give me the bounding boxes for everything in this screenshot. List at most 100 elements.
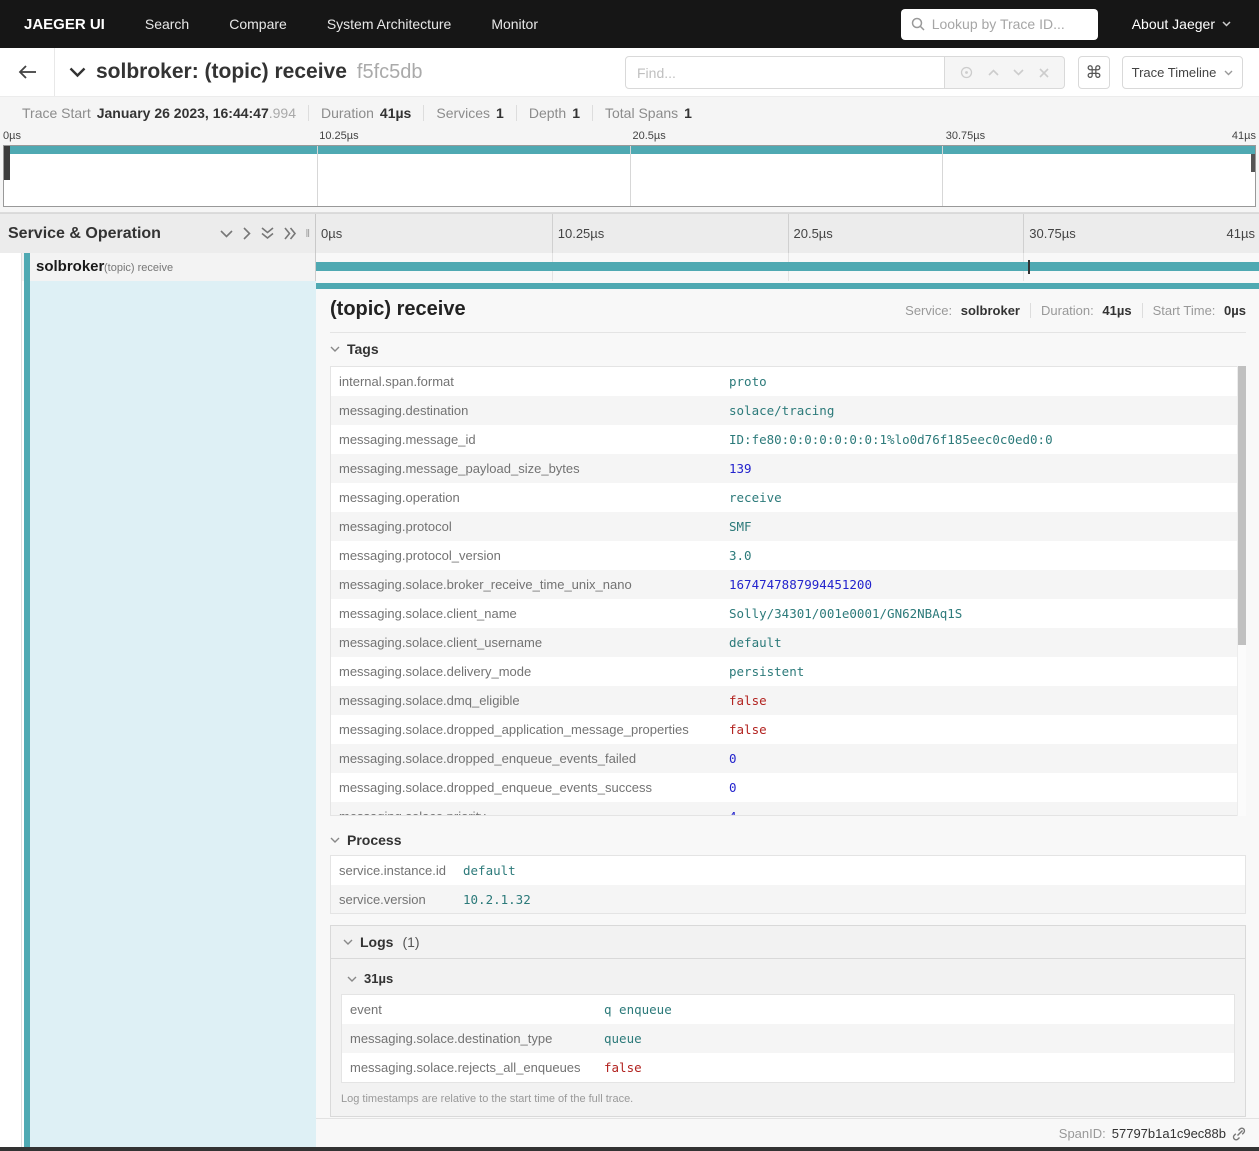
collapse-one-icon[interactable] (220, 229, 234, 238)
detail-left-column (30, 281, 316, 1147)
minimap-gridline (629, 146, 631, 206)
trace-title[interactable]: solbroker: (topic) receive (96, 60, 347, 84)
span-detail-title: (topic) receive (330, 298, 466, 320)
tag-key: messaging.solace.client_name (339, 606, 517, 621)
table-row: messaging.solace.dmq_eligible false (331, 686, 1245, 715)
timeline-tick-label: 41µs (1226, 226, 1255, 241)
tags-scrollbar-thumb[interactable] (1238, 366, 1246, 645)
tag-key: messaging.solace.priority (331, 809, 729, 815)
log-field-key: event (350, 1002, 382, 1017)
logs-section-label: Logs (360, 934, 394, 950)
tag-key: internal.span.format (339, 374, 454, 389)
timeline-ticks-header: 0µs 10.25µs 20.5µs 30.75µs 41µs (316, 214, 1259, 254)
tag-key: messaging.solace.dropped_enqueue_events_… (339, 751, 637, 766)
stat-label: Duration (321, 104, 374, 121)
span-detail-duration-line (316, 283, 1259, 289)
span-id-footer: SpanID: 57797b1a1c9ec88b (1059, 1126, 1246, 1141)
trace-header-bar: solbroker: (topic) receive f5fc5db Find.… (0, 48, 1259, 97)
nav-item-search[interactable]: Search (145, 16, 189, 32)
tag-value: persistent (729, 664, 805, 679)
nav-item-compare[interactable]: Compare (229, 16, 287, 32)
log-timestamp: 31µs (364, 971, 394, 986)
tag-value: false (729, 722, 767, 737)
span-duration-bar[interactable] (316, 262, 1259, 271)
deep-link-icon[interactable] (1232, 1127, 1246, 1141)
keyboard-shortcuts-button[interactable]: ⌘ (1078, 56, 1110, 89)
trace-stat: Services 1 (423, 104, 515, 121)
detail-indent-guide (0, 281, 22, 1147)
log-entry-header[interactable]: 31µs (347, 971, 393, 986)
trace-view-selector[interactable]: Trace Timeline (1122, 56, 1243, 89)
stat-value: January 26 2023, 16:44:47 (96, 104, 269, 121)
minimap-gridline (942, 146, 944, 206)
table-row: event q enqueue (342, 995, 1234, 1024)
logs-count: (1) (402, 934, 420, 950)
pane-resize-grip[interactable]: ‖ (305, 228, 311, 240)
stat-suffix: .994 (268, 104, 296, 121)
minimap-right-handle[interactable] (1251, 154, 1255, 172)
span-service-name[interactable]: solbroker (36, 258, 104, 275)
process-table: service.instance.id default service.vers… (330, 855, 1246, 914)
minimap-viewport[interactable] (3, 145, 1256, 207)
span-timeline-cell[interactable] (316, 253, 1259, 281)
expand-one-icon[interactable] (243, 227, 252, 240)
collapse-trace-header-button[interactable] (69, 67, 86, 78)
prev-match-icon[interactable] (988, 69, 999, 76)
process-section-label: Process (347, 832, 402, 848)
table-row: messaging.solace.client_username default (331, 628, 1245, 657)
divider (316, 1118, 1259, 1119)
process-key: service.version (339, 892, 426, 907)
log-field-key: messaging.solace.destination_type (350, 1031, 553, 1046)
focus-match-icon[interactable] (960, 66, 973, 79)
chevron-down-icon (1222, 21, 1231, 27)
minimap-tick-label: 10.25µs (319, 130, 359, 142)
meta-label: Start Time: (1152, 303, 1216, 318)
tags-scrollbar-track[interactable] (1237, 366, 1246, 816)
tag-key: messaging.solace.dropped_application_mes… (339, 722, 689, 737)
stat-label: Total Spans (605, 104, 679, 121)
table-row: service.instance.id default (331, 856, 1245, 885)
next-match-icon[interactable] (1013, 69, 1024, 76)
tag-key: messaging.destination (339, 403, 469, 418)
minimap-ruler: 0µs 10.25µs 20.5µs 30.75µs 41µs (3, 130, 1256, 143)
process-section-header[interactable]: Process (330, 832, 401, 848)
brand-jaeger-ui[interactable]: JAEGER UI (24, 16, 105, 33)
meta-value: solbroker (960, 303, 1020, 318)
tags-section-header[interactable]: Tags (330, 341, 379, 357)
trace-id-lookup-input[interactable] (931, 16, 1082, 32)
nav-item-system-architecture[interactable]: System Architecture (327, 16, 452, 32)
top-nav: JAEGER UI Search Compare System Architec… (0, 0, 1259, 48)
find-input[interactable] (625, 56, 945, 89)
expand-all-icon[interactable] (284, 227, 297, 240)
meta-item: Service: solbroker (895, 303, 1030, 318)
clear-find-icon[interactable] (1039, 67, 1049, 78)
span-id-label: SpanID: (1058, 1126, 1106, 1141)
collapse-all-icon[interactable] (261, 227, 274, 240)
minimap-left-handle[interactable] (4, 146, 10, 180)
span-detail-region: (topic) receive Service: solbroker Durat… (0, 281, 1259, 1147)
span-indent-guide (0, 253, 22, 281)
jaeger-trace-page: JAEGER UI Search Compare System Architec… (0, 0, 1259, 1151)
tag-value: default (729, 635, 782, 650)
logs-section-header[interactable]: Logs (1) (331, 926, 1245, 959)
find-tools-group (945, 56, 1065, 89)
nav-item-monitor[interactable]: Monitor (491, 16, 538, 32)
span-name-cell[interactable]: solbroker (topic) receive (0, 253, 316, 281)
meta-item: Start Time: 0µs (1141, 303, 1246, 318)
chevron-down-icon (347, 976, 357, 982)
stat-value: 1 (496, 104, 504, 121)
back-button[interactable] (0, 48, 55, 96)
table-row: messaging.protocol_version 3.0 (331, 541, 1245, 570)
tag-value: SMF (729, 519, 752, 534)
table-row: messaging.message_payload_size_bytes 139 (331, 454, 1245, 483)
trace-stat: Duration 41µs (308, 104, 423, 121)
tags-section-label: Tags (347, 341, 379, 357)
logs-section: Logs (1) 31µs event q enqueue messaging.… (330, 925, 1246, 1117)
search-icon (911, 17, 925, 31)
about-jaeger-menu[interactable]: About Jaeger (1132, 16, 1231, 32)
timeline-tick-label: 10.25µs (551, 214, 788, 253)
log-field-key: messaging.solace.rejects_all_enqueues (350, 1060, 581, 1075)
log-event-marker[interactable] (1027, 260, 1030, 274)
minimap-tick-label: 20.5µs (632, 130, 666, 142)
meta-value: 41µs (1102, 303, 1132, 318)
